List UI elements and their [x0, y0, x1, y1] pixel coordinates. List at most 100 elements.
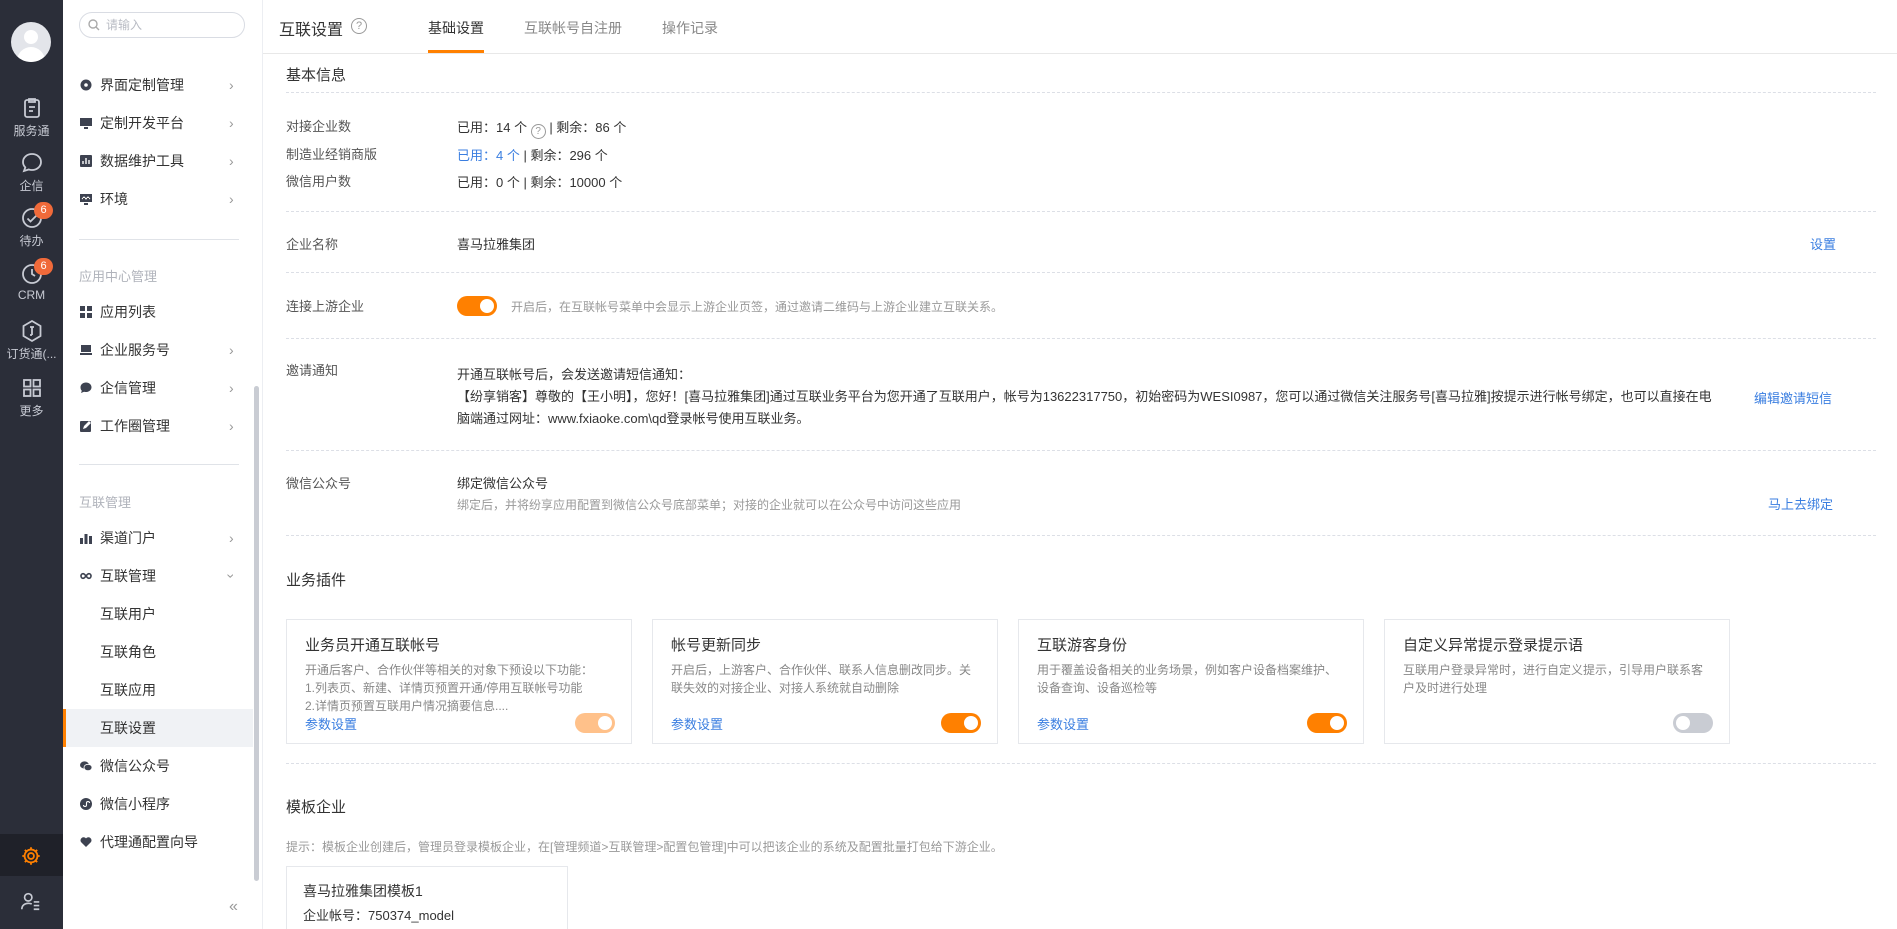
rail-item-service[interactable]: 服务通: [0, 96, 63, 148]
plugin-settings-link[interactable]: 参数设置: [671, 714, 723, 733]
chevron-right-icon: ›: [229, 342, 234, 358]
plugin-desc-line: 2.详情页预置互联用户情况摘要信息....: [305, 699, 509, 713]
monitor-icon: [80, 118, 92, 129]
plugin-desc-line: 户及时进行处理: [1403, 681, 1488, 695]
nav-item-environment[interactable]: 环境 ›: [63, 184, 253, 214]
company-name-label: 企业名称: [286, 237, 339, 252]
infinity-icon: [80, 572, 92, 580]
nav-label: 互联管理: [100, 568, 156, 584]
gear-icon: [22, 847, 40, 865]
wechat-bind-title: 绑定微信公众号: [457, 476, 549, 491]
nav-item-ui-custom[interactable]: 界面定制管理 ›: [63, 70, 253, 100]
help-icon[interactable]: ?: [351, 18, 367, 34]
nav-item-link-manage[interactable]: 互联管理 ›: [63, 561, 253, 591]
rail-item-more[interactable]: 更多: [0, 376, 63, 428]
nav-label: 工作圈管理: [100, 418, 170, 434]
side-nav: 请输入 界面定制管理 › 定制开发平台 › 数据维护工具 › 环境 › 应用中心…: [63, 0, 263, 929]
user-settings-button[interactable]: [0, 880, 63, 922]
upstream-toggle[interactable]: [457, 296, 497, 316]
plugin-toggle[interactable]: [941, 713, 981, 733]
plugin-settings-link[interactable]: 参数设置: [1037, 714, 1089, 733]
nav-item-wechat-mp[interactable]: 微信公众号: [63, 751, 253, 781]
divider: [286, 450, 1876, 451]
nav-item-workcircle[interactable]: 工作圈管理 ›: [63, 411, 253, 441]
nav-scrollbar[interactable]: [254, 386, 259, 881]
chevron-right-icon: ›: [229, 115, 234, 131]
tab-basic-settings[interactable]: 基础设置: [428, 18, 484, 38]
nav-item-dev-platform[interactable]: 定制开发平台 ›: [63, 108, 253, 138]
plugin-toggle[interactable]: [1307, 713, 1347, 733]
section-plugins-title: 业务插件: [286, 572, 347, 589]
row-value-enterprises: 已用：14 个 ? | 剩余：86 个: [457, 117, 626, 139]
chevron-right-icon: ›: [229, 77, 234, 93]
order-icon: [22, 319, 41, 343]
rail-item-order[interactable]: 订货通(...: [0, 319, 63, 371]
rail-item-crm[interactable]: 6 CRM: [0, 258, 63, 314]
search-icon: [88, 19, 100, 31]
search-input[interactable]: 请输入: [79, 12, 245, 38]
nav-item-app-list[interactable]: 应用列表: [63, 297, 253, 327]
collapse-nav-button[interactable]: «: [229, 898, 238, 916]
edit-invite-sms-link[interactable]: 编辑邀请短信: [1754, 388, 1832, 407]
template-card-account: 企业帐号：750374_model: [303, 908, 455, 923]
nav-sub-link-users[interactable]: 互联用户: [63, 595, 253, 633]
template-company-card[interactable]: 喜马拉雅集团模板1 企业帐号：750374_model: [286, 866, 568, 929]
plugin-toggle[interactable]: [575, 713, 615, 733]
upstream-hint: 开启后，在互联帐号菜单中会显示上游企业页签，通过邀请二维码与上游企业建立互联关系…: [511, 300, 1004, 314]
nav-label: 企业服务号: [100, 342, 170, 358]
wechat-icon: [80, 761, 92, 772]
chevron-right-icon: ›: [229, 153, 234, 169]
rail-item-todo[interactable]: 6 待办: [0, 202, 63, 258]
heart-icon: [80, 837, 92, 847]
nav-label: 定制开发平台: [100, 115, 184, 131]
nav-sub-link-roles[interactable]: 互联角色: [63, 633, 253, 671]
chevron-right-icon: ›: [229, 418, 234, 434]
help-icon[interactable]: ?: [530, 124, 546, 139]
plugin-settings-link[interactable]: 参数设置: [305, 714, 357, 733]
todo-badge: 6: [34, 202, 53, 219]
nav-label: 代理通配置向导: [100, 834, 198, 850]
tab-operation-log[interactable]: 操作记录: [662, 18, 718, 38]
nav-item-service-account[interactable]: 企业服务号 ›: [63, 335, 253, 365]
row-value-wechat-users: 已用：0 个 | 剩余：10000 个: [457, 172, 622, 191]
chevron-right-icon: ›: [229, 530, 234, 546]
rail-label: 企信: [19, 179, 44, 193]
chevron-right-icon: ›: [229, 380, 234, 396]
nav-item-agent-wizard[interactable]: 代理通配置向导: [63, 827, 253, 857]
avatar[interactable]: [11, 22, 51, 62]
plugin-toggle[interactable]: [1673, 713, 1713, 733]
nav-item-data-tools[interactable]: 数据维护工具 ›: [63, 146, 253, 176]
tab-self-register[interactable]: 互联帐号自注册: [524, 18, 622, 38]
nav-sub-link-apps[interactable]: 互联应用: [63, 671, 253, 709]
plugin-card-guest-identity: 互联游客身份 用于覆盖设备相关的业务场景，例如客户设备档案维护、 设备查询、设备…: [1018, 619, 1364, 744]
company-settings-link[interactable]: 设置: [1810, 234, 1836, 253]
divider: [286, 92, 1876, 93]
nav-sub-link-settings[interactable]: 互联设置: [63, 709, 253, 747]
settings-button[interactable]: [0, 834, 63, 876]
laptop-icon: [80, 345, 92, 355]
used-count-link[interactable]: 已用：4 个: [457, 148, 520, 163]
nav-label: 环境: [100, 191, 128, 207]
edit-icon: [80, 421, 91, 432]
rail-item-chat[interactable]: 企信: [0, 151, 63, 203]
plugin-title: 自定义异常提示登录提示语: [1403, 637, 1584, 654]
plugin-desc-line: 互联用户登录异常时，进行自定义提示，引导用户联系客: [1403, 663, 1704, 677]
chevron-down-icon: ›: [223, 573, 240, 579]
rail-label: CRM: [17, 288, 46, 302]
crm-badge: 6: [34, 258, 53, 275]
nav-group-app: 应用中心管理: [79, 269, 158, 284]
rail-label: 服务通: [13, 124, 50, 138]
rail-label: 待办: [19, 234, 44, 248]
wechat-hint: 绑定后，并将纷享应用配置到微信公众号底部菜单；对接的企业就可以在公众号中访问这些…: [457, 498, 962, 512]
bind-wechat-link[interactable]: 马上去绑定: [1768, 494, 1833, 513]
divider: [286, 535, 1876, 536]
chat-bubble-icon: [21, 153, 42, 173]
plugin-desc: 用于覆盖设备相关的业务场景，例如客户设备档案维护、 设备查询、设备巡检等: [1037, 661, 1347, 697]
rail-label: 更多: [19, 404, 44, 418]
nav-item-im-manage[interactable]: 企信管理 ›: [63, 373, 253, 403]
nav-item-mini-program[interactable]: 微信小程序: [63, 789, 253, 819]
company-name-value: 喜马拉雅集团: [457, 237, 536, 252]
plugin-desc: 开启后，上游客户、合作伙伴、联系人信息删改同步。关 联失效的对接企业、对接人系统…: [671, 661, 981, 697]
section-basic-title: 基本信息: [286, 67, 347, 84]
nav-item-channel-portal[interactable]: 渠道门户 ›: [63, 523, 253, 553]
